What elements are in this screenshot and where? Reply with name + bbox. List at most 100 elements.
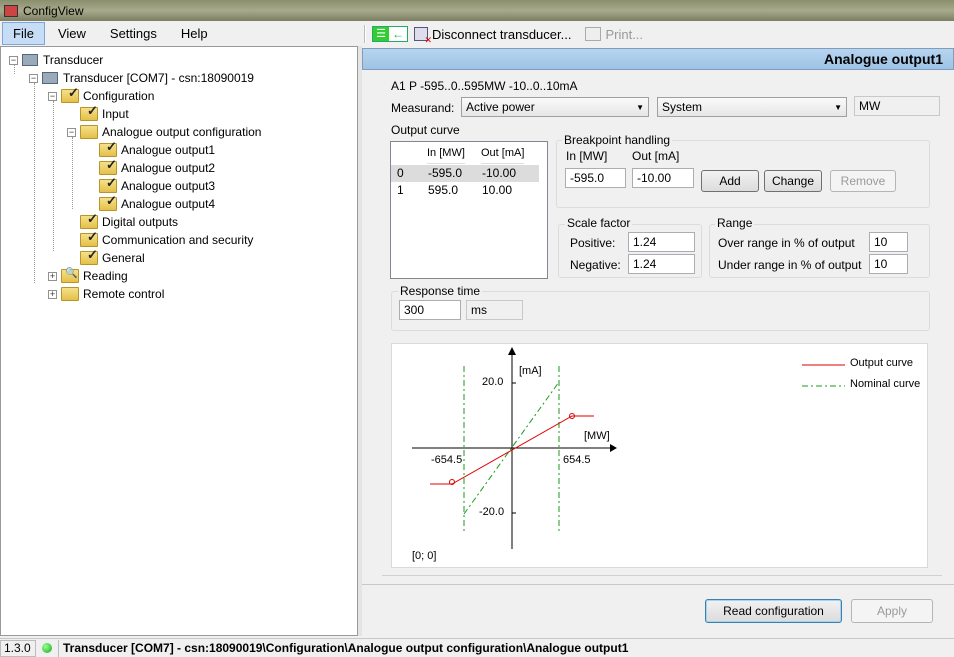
title-bar: ConfigView (0, 0, 954, 21)
disconnect-button[interactable]: Disconnect transducer... (414, 26, 572, 46)
version-label: 1.3.0 (0, 639, 36, 657)
response-time-input[interactable]: 300 (399, 300, 461, 320)
row1-in[interactable]: 595.0 (428, 182, 458, 199)
connection-status-icon[interactable]: ☰ ← (372, 26, 408, 42)
menu-settings[interactable]: Settings (99, 22, 168, 45)
measurand-select[interactable]: Active power ▼ (461, 97, 649, 117)
y-unit-label: [mA] (519, 365, 542, 377)
negative-label: Negative: (570, 258, 621, 272)
response-time-label: Response time (398, 284, 483, 298)
negative-input[interactable]: 1.24 (628, 254, 695, 274)
config-folder-icon (80, 247, 98, 265)
divider (382, 575, 942, 576)
tree-line (72, 137, 73, 209)
system-select[interactable]: System ▼ (657, 97, 847, 117)
config-folder-icon (80, 103, 98, 121)
config-folder-icon (80, 229, 98, 247)
bp-in-label: In [MW] (566, 149, 608, 163)
over-range-input[interactable]: 10 (869, 232, 908, 252)
x-tick-neg-label: -654.5 (431, 454, 463, 466)
chevron-down-icon: ▼ (636, 102, 644, 112)
print-button[interactable]: Print... (585, 27, 643, 42)
status-path: Transducer [COM7] - csn:18090019\Configu… (58, 639, 628, 657)
change-button[interactable]: Change (764, 170, 822, 192)
reading-folder-icon (61, 268, 79, 283)
legend-nominal-label: Nominal curve (850, 378, 921, 390)
measurand-label: Measurand: (391, 101, 455, 115)
output-curve-grid[interactable]: In [MW] Out [mA] 0 -595.0 -10.00 1 595.0… (390, 141, 548, 279)
output-curve-graph: [mA] [MW] 20.0 -20.0 -654.5 654.5 [0; 0]… (391, 343, 928, 568)
collapse-icon[interactable]: − (9, 55, 18, 65)
apply-button[interactable]: Apply (851, 599, 933, 623)
tree-device[interactable]: − Transducer [COM7] - csn:18090019 (29, 69, 254, 87)
collapse-icon[interactable]: − (67, 127, 76, 137)
tree-aoc-label: Analogue output configuration (102, 125, 262, 139)
settings-panel: Analogue output1 A1 P -595..0..595MW -10… (362, 48, 954, 636)
tree-device-label: Transducer [COM7] - csn:18090019 (63, 71, 254, 85)
x-unit-label: [MW] (584, 430, 610, 442)
tree-ao1-label: Analogue output1 (121, 143, 216, 157)
panel-title: Analogue output1 (362, 48, 954, 70)
collapse-icon[interactable]: − (48, 91, 57, 101)
app-icon (4, 4, 18, 17)
tree-input[interactable]: Input (80, 103, 129, 123)
tree-general[interactable]: General (80, 247, 145, 267)
scale-factor-label: Scale factor (565, 216, 633, 230)
summary-label: A1 P -595..0..595MW -10..0..10mA (391, 79, 578, 93)
unit-field: MW (854, 96, 940, 116)
under-range-input[interactable]: 10 (869, 254, 908, 274)
config-folder-icon (99, 139, 117, 157)
config-folder-icon (99, 157, 117, 175)
tree-root[interactable]: − Transducer (9, 51, 103, 69)
y-tick-neg-label: -20.0 (479, 506, 505, 518)
bp-out-input[interactable]: -10.00 (632, 168, 694, 188)
y-tick-pos-label: 20.0 (482, 376, 504, 388)
menu-view[interactable]: View (47, 22, 97, 45)
row1-out[interactable]: 10.00 (482, 182, 512, 199)
config-folder-icon (61, 85, 79, 103)
connection-led-icon (42, 643, 52, 653)
legend-output-label: Output curve (850, 357, 913, 369)
tree-communication[interactable]: Communication and security (80, 229, 253, 249)
tree-line (34, 83, 35, 283)
tree-general-label: General (102, 251, 145, 265)
row0-in[interactable]: -595.0 (428, 165, 462, 182)
toolbar: ☰← Disconnect transducer... Print... (360, 21, 954, 47)
system-value: System (662, 100, 703, 114)
remove-button[interactable]: Remove (830, 170, 896, 192)
chevron-down-icon: ▼ (834, 102, 842, 112)
col-in-header: In [MW] (427, 142, 465, 164)
toolbar-separator (364, 25, 366, 43)
expand-icon[interactable]: + (48, 289, 57, 299)
tree-configuration-label: Configuration (83, 89, 155, 103)
row0-out[interactable]: -10.00 (482, 165, 516, 182)
range-label: Range (715, 216, 755, 230)
action-bar: Read configuration Apply (362, 584, 954, 636)
curve-plot (412, 347, 845, 549)
menu-bar: File View Settings Help (0, 21, 360, 45)
row0-index[interactable]: 0 (397, 165, 404, 182)
tree-analogue-output-configuration[interactable]: − Analogue output configuration (67, 123, 261, 141)
read-configuration-button[interactable]: Read configuration (705, 599, 842, 623)
tree-root-label: Transducer (43, 53, 104, 67)
tree-view[interactable]: − Transducer − Transducer [COM7] - csn:1… (0, 46, 358, 636)
tree-ao2-label: Analogue output2 (121, 161, 216, 175)
bp-in-input[interactable]: -595.0 (565, 168, 626, 188)
collapse-icon[interactable]: − (29, 73, 38, 83)
disconnect-label: Disconnect transducer... (432, 26, 572, 42)
positive-input[interactable]: 1.24 (628, 232, 695, 252)
add-button[interactable]: Add (701, 170, 759, 192)
bp-out-label: Out [mA] (632, 149, 680, 163)
expand-icon[interactable]: + (48, 271, 57, 281)
tree-analogue-output4[interactable]: Analogue output4 (99, 193, 215, 213)
over-range-label: Over range in % of output (718, 236, 855, 250)
row1-index[interactable]: 1 (397, 182, 404, 199)
menu-help[interactable]: Help (170, 22, 219, 45)
menu-file[interactable]: File (2, 21, 45, 45)
tree-line (53, 101, 54, 251)
config-folder-icon (99, 193, 117, 211)
response-time-unit: ms (466, 300, 523, 320)
tree-remote-control[interactable]: + Remote control (48, 285, 164, 303)
tree-configuration[interactable]: − Configuration (48, 85, 155, 105)
tree-reading[interactable]: + Reading (48, 267, 128, 285)
